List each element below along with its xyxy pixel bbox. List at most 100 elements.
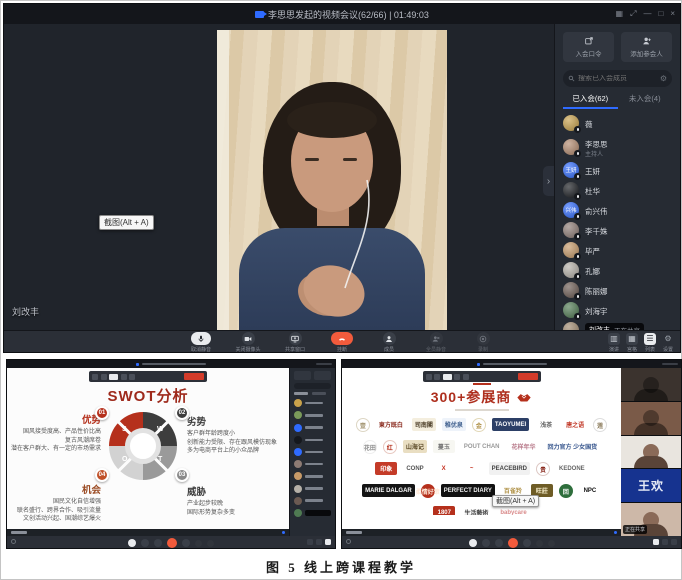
mute-all-button[interactable]: 全员静音 bbox=[419, 332, 453, 353]
view-label: 列表 bbox=[645, 346, 655, 353]
panel-collapse-handle[interactable]: › bbox=[543, 166, 554, 196]
mini-participant-row bbox=[294, 424, 331, 432]
avatar bbox=[563, 182, 579, 198]
ring-letter-o: O bbox=[122, 456, 127, 463]
participant-name: 毕严 bbox=[585, 247, 600, 256]
mic-status-icon bbox=[574, 273, 581, 280]
video-thumbnail[interactable] bbox=[621, 436, 681, 469]
minimize-icon[interactable]: — bbox=[643, 10, 651, 18]
fullscreen-icon[interactable]: ⤢ bbox=[630, 10, 636, 18]
avatar bbox=[294, 460, 302, 468]
view-label: 演讲 bbox=[609, 346, 619, 353]
swot-line: 国际形势复杂多变 bbox=[187, 509, 287, 518]
join-code-button[interactable]: 入会口令 bbox=[563, 32, 614, 62]
camera-button[interactable]: 关闭摄像头 bbox=[231, 332, 265, 353]
view-list-button[interactable]: ☰列表 bbox=[644, 333, 656, 353]
share-control-bar[interactable] bbox=[89, 371, 207, 382]
mini-participant-row bbox=[294, 399, 331, 407]
avatar bbox=[563, 282, 579, 298]
meeting-toolbar: 取消静音 关闭摄像头共享窗口挂断 成员全员静音录制 ▥演讲 ▦宫格 ☰列表 ⚙ 设置 bbox=[4, 330, 680, 352]
exhibitor-logo: MARIE DALGAR bbox=[362, 484, 415, 497]
participant-row[interactable]: 兴伟俞兴伟 bbox=[563, 200, 672, 220]
meeting-titlebar: 李思思发起的视频会议(62/66) | 01:49:03 ▦⤢—□× bbox=[4, 4, 680, 24]
avatar: 兴伟 bbox=[563, 202, 579, 218]
participant-tab-1[interactable]: 未入会(4) bbox=[618, 93, 673, 109]
view-speaker-button[interactable]: ▥演讲 bbox=[608, 333, 620, 353]
swot-line: 复古风潮席卷 bbox=[7, 437, 101, 446]
participant-row[interactable]: 刘海宇 bbox=[563, 300, 672, 320]
share-screen-button[interactable]: 共享窗口 bbox=[278, 332, 312, 353]
exhibitor-logo: 浅茶 bbox=[535, 418, 557, 431]
thumbnail-name: 王欢 bbox=[621, 469, 681, 502]
view-grid-button[interactable]: ▦宫格 bbox=[626, 333, 638, 353]
sharing-badge: 正在共享 bbox=[623, 525, 647, 534]
title-accent-dash bbox=[473, 383, 491, 385]
mute-all-icon bbox=[430, 332, 443, 345]
copy-arrow-icon bbox=[584, 36, 594, 46]
participant-search[interactable]: ⚙ bbox=[563, 70, 672, 87]
exhibitor-logo: 花田 bbox=[363, 440, 377, 454]
swot-weaknesses: 劣势 客户群年龄跨度小创新能力受限、存在跟风模仿现象多为电商平台上的小众品牌 bbox=[187, 414, 289, 456]
participant-row[interactable]: 孔娜 bbox=[563, 260, 672, 280]
mini-speaker-strip bbox=[7, 529, 289, 536]
screenshot-tooltip: 截图(Alt + A) bbox=[99, 215, 154, 230]
toolbar-button-label: 取消静音 bbox=[191, 346, 211, 353]
layout-icon[interactable]: ▦ bbox=[616, 10, 624, 18]
avatar bbox=[294, 472, 302, 480]
meeting-window-screenshot: 李思思发起的视频会议(62/66) | 01:49:03 ▦⤢—□× 截图(Al… bbox=[3, 3, 681, 353]
toolbar-view-switch: ▥演讲 ▦宫格 ☰列表 ⚙ 设置 bbox=[608, 333, 674, 353]
toolbar-button-label: 挂断 bbox=[337, 346, 347, 353]
participant-row[interactable]: 毕严 bbox=[563, 240, 672, 260]
swot-line: 国风接受度高、产品性价比高 bbox=[7, 428, 101, 437]
expo-slide: 300+参展商 壹東方既白司南閣稚优泉金TAOYUMEI浅茶唐之语莲花田红山海记… bbox=[342, 368, 621, 529]
search-input[interactable] bbox=[578, 75, 657, 82]
participant-tab-0[interactable]: 已入会(62) bbox=[563, 93, 618, 109]
mic-button[interactable]: 取消静音 bbox=[184, 332, 218, 353]
mini-participant-row bbox=[294, 509, 331, 517]
stop-share-button[interactable] bbox=[518, 373, 538, 380]
participant-row[interactable]: 王妍王妍 bbox=[563, 160, 672, 180]
swot-line: 国民文化自信增强 bbox=[9, 498, 101, 507]
settings-button[interactable]: ⚙ 设置 bbox=[662, 333, 674, 353]
video-thumbnail[interactable]: 正在共享 bbox=[621, 503, 681, 536]
swot-line: 多为电商平台上的小众品牌 bbox=[187, 447, 289, 456]
exhibitor-logo: 回力官方 少女国货 bbox=[545, 440, 601, 453]
meeting-camera-icon bbox=[477, 363, 480, 366]
mini-participant-rows bbox=[294, 399, 331, 517]
screenshot-tooltip: 截图(Alt + A) bbox=[492, 495, 539, 507]
participant-name: 薇 bbox=[585, 120, 593, 129]
swot-line: 产业起步较晚 bbox=[187, 500, 287, 509]
maximize-icon[interactable]: □ bbox=[658, 10, 663, 18]
chevron-right-icon: › bbox=[547, 176, 550, 187]
hangup-button[interactable]: 挂断 bbox=[325, 332, 359, 353]
add-participant-button[interactable]: 添加参会人 bbox=[621, 32, 672, 62]
mini-toolbar bbox=[7, 536, 335, 548]
video-thumbnail[interactable] bbox=[621, 368, 681, 401]
swot-slide-title: SWOT分析 bbox=[7, 385, 289, 406]
share-control-bar[interactable] bbox=[423, 371, 541, 382]
participant-row[interactable]: 陈丽娜 bbox=[563, 280, 672, 300]
participant-row[interactable]: 李思思主持人 bbox=[563, 133, 672, 160]
avatar bbox=[563, 242, 579, 258]
handshake-icon bbox=[516, 392, 532, 403]
search-settings-icon[interactable]: ⚙ bbox=[660, 75, 667, 83]
exhibitor-logo: POUT CHAN bbox=[461, 440, 503, 453]
video-thumbnail[interactable] bbox=[621, 402, 681, 435]
video-thumbnail[interactable]: 王欢 bbox=[621, 469, 681, 502]
close-icon[interactable]: × bbox=[670, 10, 675, 18]
swot-opportunities: 机会 国民文化自信增强联名盛行、跨界合作、吸引流量文创活动兴起、国潮综艺爆火 bbox=[9, 482, 101, 524]
stop-share-button[interactable] bbox=[184, 373, 204, 380]
exhibitor-logo: 莲 bbox=[593, 418, 607, 432]
members-button[interactable]: 成员 bbox=[372, 332, 406, 353]
participant-row[interactable]: 李千姝 bbox=[563, 220, 672, 240]
swot-ring-diagram: S W T O 01 02 03 04 bbox=[109, 412, 177, 480]
avatar bbox=[294, 448, 302, 456]
expo-screenshot: 300+参展商 壹東方既白司南閣稚优泉金TAOYUMEI浅茶唐之语莲花田红山海记… bbox=[341, 359, 682, 549]
mic-status-icon bbox=[574, 173, 581, 180]
participant-row[interactable]: 薇 bbox=[563, 113, 672, 133]
video-stage: 截图(Alt + A) 刘改丰 › bbox=[4, 24, 554, 330]
opportunities-heading: 机会 bbox=[9, 482, 101, 496]
participant-row[interactable]: 刘改丰正在共享 bbox=[563, 320, 672, 330]
record-button[interactable]: 录制 bbox=[466, 332, 500, 353]
participant-row[interactable]: 杜华 bbox=[563, 180, 672, 200]
